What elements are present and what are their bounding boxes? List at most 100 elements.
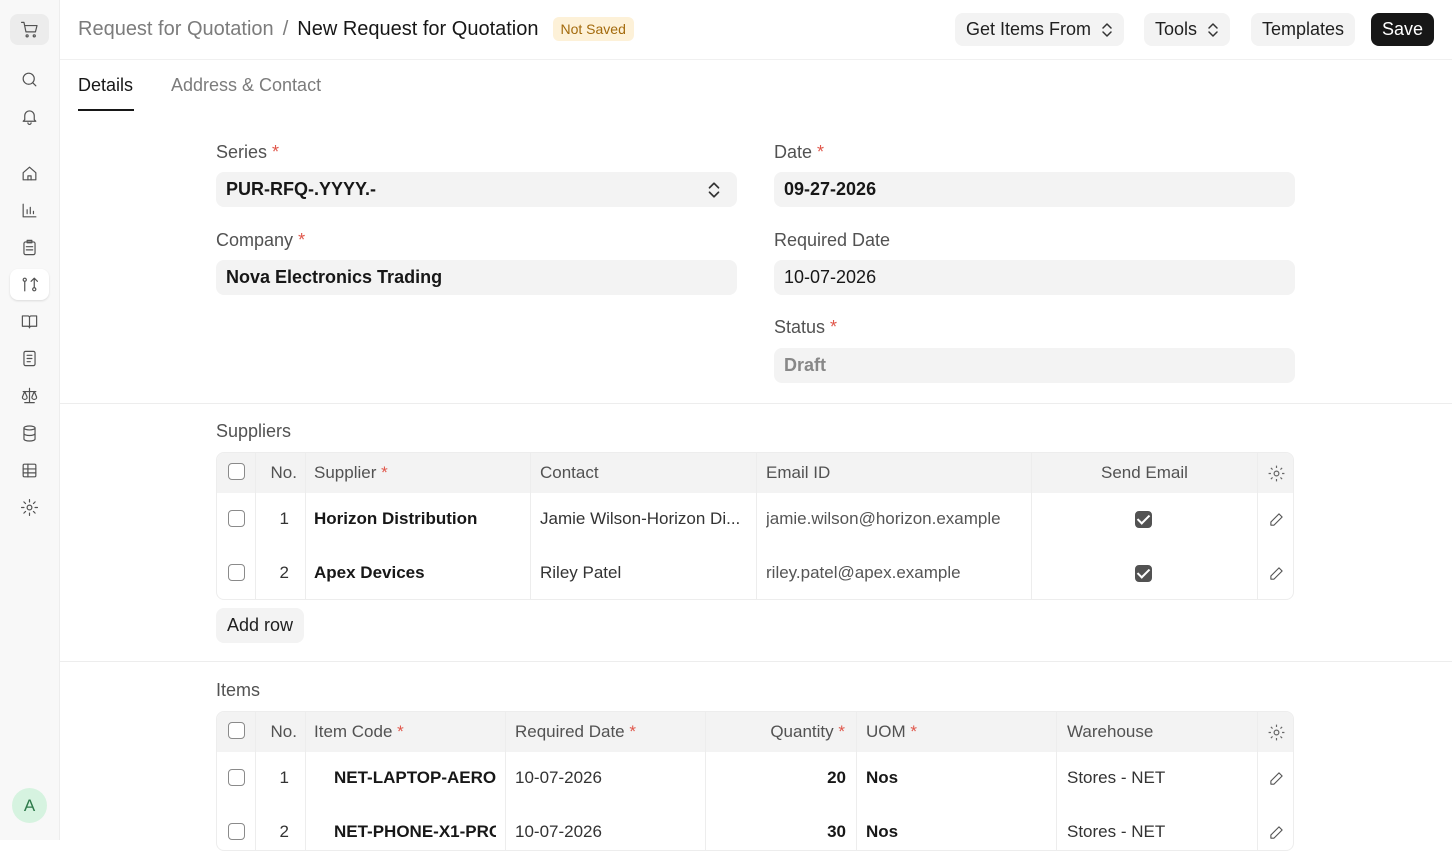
avatar[interactable]: A <box>12 788 47 823</box>
supplier-cell[interactable]: Horizon Distribution <box>314 509 524 529</box>
date-value: 09-27-2026 <box>784 179 877 199</box>
required-marker: * <box>397 722 404 741</box>
home-icon[interactable] <box>10 158 49 189</box>
col-item-code-label: Item Code <box>314 722 393 741</box>
git-compare-icon[interactable] <box>10 269 49 300</box>
page-title: New Request for Quotation <box>297 17 539 40</box>
col-supplier: Supplier * <box>314 463 388 483</box>
items-table-header: No. Item Code * Required Date * Quantity… <box>217 712 1293 752</box>
database-icon[interactable] <box>10 418 49 449</box>
column-divider <box>305 453 306 599</box>
quantity-cell[interactable]: 30 <box>715 822 846 842</box>
breadcrumb-parent[interactable]: Request for Quotation <box>78 18 274 41</box>
templates-button[interactable]: Templates <box>1251 13 1356 46</box>
series-select[interactable]: PUR-RFQ-.YYYY.- <box>216 172 737 207</box>
table-icon[interactable] <box>10 455 49 486</box>
gear-icon[interactable] <box>1267 723 1286 742</box>
required-date-value: 10-07-2026 <box>784 267 877 287</box>
status-badge: Not Saved <box>552 17 634 41</box>
series-label-text: Series <box>216 142 268 162</box>
required-marker: * <box>830 317 838 337</box>
email-cell[interactable]: riley.patel@apex.example <box>766 563 961 583</box>
company-field[interactable]: Nova Electronics Trading <box>216 260 737 295</box>
required-date-cell[interactable]: 10-07-2026 <box>515 768 602 788</box>
shopping-cart-icon[interactable] <box>10 14 49 45</box>
suppliers-section-title: Suppliers <box>216 421 292 441</box>
col-email: Email ID <box>766 463 831 482</box>
column-divider <box>856 712 857 850</box>
suppliers-table-header: No. Supplier * Contact Email ID Send Ema… <box>217 453 1293 493</box>
required-date-label-text: Required Date <box>774 230 891 250</box>
edit-icon[interactable] <box>1269 825 1284 840</box>
contact-cell[interactable]: Jamie Wilson-Horizon Di... <box>540 509 748 529</box>
search-icon[interactable] <box>10 64 49 95</box>
col-required-date-label: Required Date <box>515 722 625 741</box>
gear-icon[interactable] <box>1267 464 1286 483</box>
column-divider <box>305 712 306 850</box>
item-code-cell[interactable]: NET-LAPTOP-AERO1 <box>334 768 496 788</box>
gear-icon[interactable] <box>10 492 49 523</box>
tab-address-contact[interactable]: Address & Contact <box>171 75 321 96</box>
required-marker: * <box>272 142 280 162</box>
status-value: Draft <box>784 355 827 375</box>
clipboard-icon[interactable] <box>10 232 49 263</box>
email-cell[interactable]: jamie.wilson@horizon.example <box>766 509 1001 529</box>
active-tab-indicator <box>78 109 134 111</box>
book-icon[interactable] <box>10 306 49 337</box>
required-date-field[interactable]: 10-07-2026 <box>774 260 1295 295</box>
item-code-cell[interactable]: NET-PHONE-X1-PRO <box>334 822 496 842</box>
column-divider <box>1056 712 1057 850</box>
tools-button[interactable]: Tools <box>1144 13 1231 46</box>
bar-chart-icon[interactable] <box>10 195 49 226</box>
date-field[interactable]: 09-27-2026 <box>774 172 1295 207</box>
sidebar: A <box>0 0 60 840</box>
send-email-checkbox[interactable] <box>1135 565 1152 582</box>
col-no: No. <box>270 722 297 741</box>
chevron-up-down-icon <box>1208 22 1218 37</box>
col-item-code: Item Code * <box>314 722 404 742</box>
row-no: 1 <box>279 509 289 528</box>
warehouse-cell[interactable]: Stores - NET <box>1067 822 1165 842</box>
company-label-text: Company <box>216 230 294 250</box>
section-divider <box>60 403 1452 404</box>
series-value: PUR-RFQ-.YYYY.- <box>226 179 377 199</box>
scale-icon[interactable] <box>10 380 49 411</box>
column-divider <box>756 453 757 599</box>
col-uom: UOM * <box>866 722 917 742</box>
get-items-from-button[interactable]: Get Items From <box>955 13 1125 46</box>
send-email-checkbox[interactable] <box>1135 511 1152 528</box>
col-contact: Contact <box>540 463 599 482</box>
required-marker: * <box>817 142 825 162</box>
status-field[interactable]: Draft <box>774 348 1295 383</box>
required-marker: * <box>910 722 918 741</box>
save-button[interactable]: Save <box>1371 13 1435 46</box>
required-marker: * <box>629 722 636 741</box>
uom-cell[interactable]: Nos <box>866 768 898 788</box>
section-divider <box>60 661 1452 662</box>
contact-cell[interactable]: Riley Patel <box>540 563 748 583</box>
items-table: No. Item Code * Required Date * Quantity… <box>216 711 1294 851</box>
column-divider <box>1257 712 1258 850</box>
add-row-button[interactable]: Add row <box>216 608 305 643</box>
quantity-cell[interactable]: 20 <box>715 768 846 788</box>
bell-icon[interactable] <box>10 101 49 132</box>
required-date-label: Required Date <box>774 230 890 251</box>
breadcrumb-separator: / <box>282 17 289 40</box>
document-icon[interactable] <box>10 343 49 374</box>
chevron-up-down-icon <box>708 182 720 198</box>
warehouse-cell[interactable]: Stores - NET <box>1067 768 1165 788</box>
edit-icon[interactable] <box>1269 771 1284 786</box>
column-divider <box>530 453 531 599</box>
col-quantity-label: Quantity <box>770 722 834 741</box>
required-marker: * <box>381 463 388 482</box>
edit-icon[interactable] <box>1269 566 1284 581</box>
tab-details[interactable]: Details <box>78 75 133 96</box>
row-no: 2 <box>279 563 289 582</box>
column-divider <box>505 712 506 850</box>
supplier-cell[interactable]: Apex Devices <box>314 563 524 583</box>
uom-cell[interactable]: Nos <box>866 822 898 842</box>
edit-icon[interactable] <box>1269 512 1284 527</box>
required-marker: * <box>298 230 306 250</box>
required-date-cell[interactable]: 10-07-2026 <box>515 822 602 842</box>
column-divider <box>705 712 706 850</box>
